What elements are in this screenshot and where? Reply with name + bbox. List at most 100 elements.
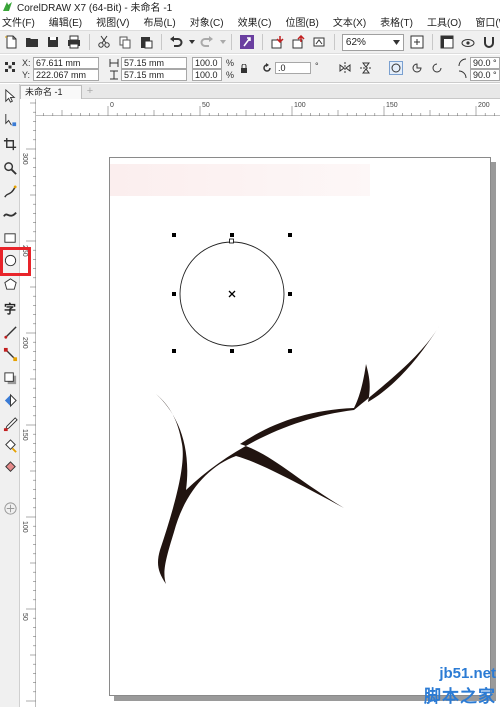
save-icon[interactable]: [43, 32, 62, 52]
object-origin-icon[interactable]: [4, 61, 16, 73]
menu-item[interactable]: 工具(O): [420, 14, 468, 29]
property-bar: X: 67.611 mm Y: 222.067 mm 57.15 mm 57.1…: [0, 55, 500, 83]
scale-y-field[interactable]: 100.0: [192, 69, 222, 81]
y-position-label: Y:: [22, 70, 31, 80]
lock-ratio-icon[interactable]: [240, 64, 248, 73]
mirror-vertical-icon[interactable]: [360, 62, 372, 74]
crop-tool-icon[interactable]: [2, 136, 18, 152]
menu-item[interactable]: 文件(F): [0, 14, 42, 29]
pie-mode-icon[interactable]: [411, 62, 423, 74]
menu-item[interactable]: 窗口(W): [468, 14, 500, 29]
ellipse-mode-icon[interactable]: [389, 61, 403, 75]
show-rulers-icon[interactable]: [438, 32, 457, 52]
start-angle-icon: [458, 58, 467, 67]
pick-tool-icon[interactable]: [2, 88, 18, 104]
menu-item[interactable]: 效果(C): [231, 14, 279, 29]
window-title: CorelDRAW X7 (64-Bit) - 未命名 -1: [17, 3, 173, 14]
redo-dropdown-icon[interactable]: [219, 32, 227, 52]
y-position-field[interactable]: 222.067 mm: [33, 69, 99, 81]
zoom-tool-icon[interactable]: [2, 160, 18, 176]
height-field[interactable]: 57.15 mm: [121, 69, 187, 81]
selection-handles[interactable]: [172, 233, 292, 353]
title-bar: CorelDRAW X7 (64-Bit) - 未命名 -1: [0, 0, 500, 14]
ruler-label: 100: [21, 521, 28, 533]
undo-icon[interactable]: [167, 32, 186, 52]
menu-item[interactable]: 编辑(E): [42, 14, 89, 29]
add-tool-icon[interactable]: [2, 500, 18, 516]
artistic-media-icon[interactable]: [2, 206, 18, 222]
document-page[interactable]: [109, 157, 491, 696]
import-icon[interactable]: [268, 32, 287, 52]
full-screen-icon[interactable]: [408, 32, 427, 52]
color-eyedropper-icon[interactable]: [2, 416, 18, 432]
scale-x-field[interactable]: 100.0: [192, 57, 222, 69]
menu-item[interactable]: 对象(C): [183, 14, 231, 29]
end-angle-field[interactable]: 90.0 °: [470, 69, 500, 81]
text-tool-icon[interactable]: 字: [2, 300, 18, 316]
menu-item[interactable]: 布局(L): [136, 14, 182, 29]
horizontal-ruler[interactable]: 0 50 100 150 200: [36, 99, 500, 116]
drop-shadow-icon[interactable]: [2, 370, 18, 386]
export-icon[interactable]: [289, 32, 308, 52]
shape-tool-icon[interactable]: [2, 112, 18, 128]
redo-icon[interactable]: [198, 32, 217, 52]
polygon-tool-icon[interactable]: [2, 276, 18, 292]
document-tab-bar: 未命名 -1 +: [0, 84, 500, 99]
toolbar-divider: [160, 34, 162, 50]
branch-artwork[interactable]: [156, 325, 440, 584]
paste-icon[interactable]: [137, 32, 156, 52]
add-document-tab-icon[interactable]: +: [84, 86, 96, 98]
smart-fill-icon[interactable]: [2, 460, 18, 476]
parallel-dimension-icon[interactable]: [2, 324, 18, 340]
rotate-icon: [263, 63, 271, 72]
menu-item[interactable]: 表格(T): [373, 14, 420, 29]
rotation-angle-field[interactable]: .0: [275, 62, 311, 74]
menu-item[interactable]: 文本(X): [326, 14, 373, 29]
ruler-label: 200: [478, 102, 490, 109]
menu-item[interactable]: 位图(B): [278, 14, 325, 29]
interactive-fill-icon[interactable]: [2, 438, 18, 454]
ruler-label: 0: [110, 102, 114, 109]
freehand-tool-icon[interactable]: [2, 184, 18, 200]
transparency-icon[interactable]: [2, 392, 18, 408]
new-document-icon[interactable]: [1, 32, 20, 52]
copy-icon[interactable]: [116, 32, 135, 52]
background-tint: [110, 164, 370, 196]
ruler-label: 50: [202, 102, 210, 109]
menu-item[interactable]: 视图(V): [89, 14, 136, 29]
toolbar-divider: [431, 34, 433, 50]
connector-tool-icon[interactable]: [2, 346, 18, 362]
undo-dropdown-icon[interactable]: [188, 32, 196, 52]
ruler-label: 100: [294, 102, 306, 109]
mirror-horizontal-icon[interactable]: [339, 62, 351, 74]
standard-toolbar: 62%: [0, 30, 500, 54]
width-field[interactable]: 57.15 mm: [121, 57, 187, 69]
open-folder-icon[interactable]: [22, 32, 41, 52]
zoom-level-select[interactable]: 62%: [341, 33, 404, 51]
search-content-icon[interactable]: [237, 32, 256, 52]
vertical-ruler[interactable]: 300 250 200 150 100 50: [20, 99, 36, 707]
ruler-label: 50: [21, 613, 28, 621]
degree-symbol: °: [315, 61, 319, 71]
watermark-name: 脚本之家: [424, 687, 496, 707]
tool-highlight-box: [0, 247, 31, 276]
watermark-site: jb51.net: [439, 665, 496, 682]
ruler-label: 150: [21, 429, 28, 441]
rectangle-tool-icon[interactable]: [2, 230, 18, 246]
ruler-label: 200: [21, 337, 28, 349]
view-options-icon[interactable]: [459, 32, 478, 52]
toolbar-divider: [333, 34, 335, 50]
arc-mode-icon[interactable]: [431, 62, 443, 74]
toolbox: 字: [0, 84, 20, 707]
document-tab[interactable]: 未命名 -1: [20, 85, 82, 99]
width-icon: [109, 59, 119, 67]
snap-to-icon[interactable]: [480, 32, 499, 52]
toolbar-divider: [231, 34, 233, 50]
node-handle[interactable]: [229, 238, 234, 244]
start-angle-field[interactable]: 90.0 °: [470, 57, 500, 69]
cut-icon[interactable]: [95, 32, 114, 52]
publish-pdf-icon[interactable]: [310, 32, 329, 52]
print-icon[interactable]: [64, 32, 83, 52]
x-position-field[interactable]: 67.611 mm: [33, 57, 99, 69]
zoom-level-value: 62%: [345, 36, 366, 48]
